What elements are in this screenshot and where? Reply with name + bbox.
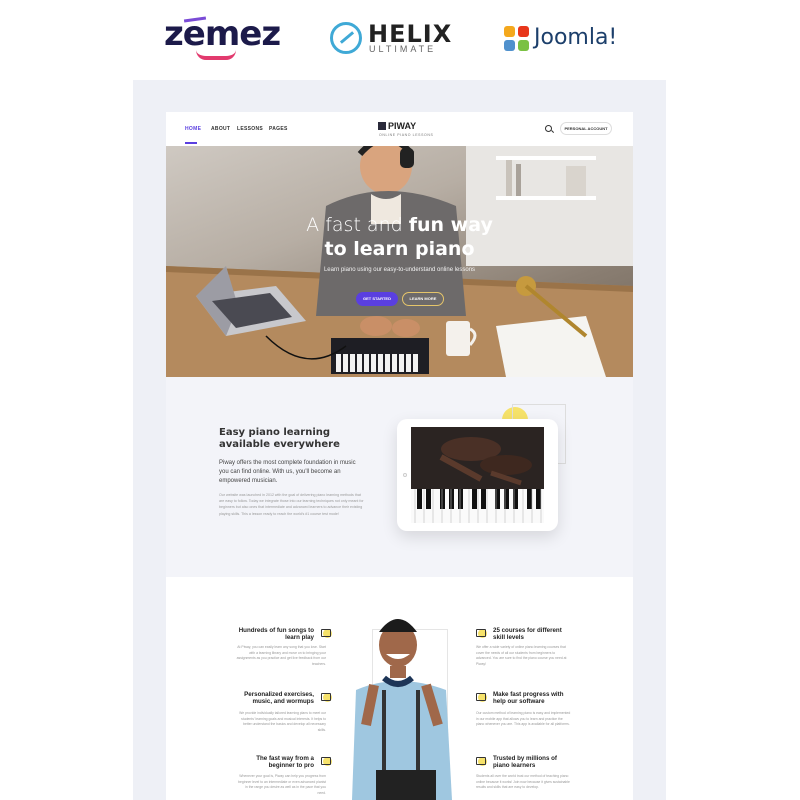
search-icon[interactable] <box>545 125 552 132</box>
courses-icon <box>476 629 486 637</box>
personal-account-button[interactable]: PERSONAL ACCOUNT <box>560 122 612 135</box>
tablet-image <box>397 419 558 531</box>
feature-title: 25 courses for different skill levels <box>493 627 562 642</box>
zemez-logo-smile <box>196 50 236 60</box>
users-icon <box>476 757 486 765</box>
feature-title: The fast way from a beginner to pro <box>256 755 314 770</box>
hero-banner: A fast and fun way to learn piano Learn … <box>166 146 633 377</box>
hero-photo <box>166 146 633 377</box>
feature-title: Make fast progress with help our softwar… <box>493 691 564 706</box>
nav-active-indicator <box>185 142 197 144</box>
hero-title-bold: fun way <box>408 214 493 236</box>
about-body: Our website was launched in 2012 with th… <box>219 493 364 516</box>
site-logo-tagline: ONLINE PIANO LESSONS <box>379 133 434 137</box>
brand-strip: zemez HELIX ULTIMATE Joomla! <box>0 0 800 80</box>
feature-title: Trusted by millions of piano learners <box>493 755 557 770</box>
get-started-button[interactable]: GET STARTED <box>356 292 398 306</box>
joomla-logo-icon <box>504 26 530 52</box>
feature-text: Whenever your goal is, Piway can help yo… <box>238 774 326 795</box>
site-logo[interactable]: PIWAY <box>388 121 416 131</box>
nav-item-lessons[interactable]: Lessons <box>237 126 263 132</box>
map-icon <box>321 757 331 765</box>
feature-text: We offer a wide variety of online piano … <box>476 645 567 666</box>
helix-logo-subtitle: ULTIMATE <box>369 44 437 54</box>
nav-item-about[interactable]: About <box>211 126 230 132</box>
features-section: Hundreds of fun songs to learn play At P… <box>166 577 633 800</box>
feature-text: Our custom method of learning piano is e… <box>476 711 571 727</box>
piano-photo <box>411 427 544 523</box>
nav-item-home[interactable]: Home <box>185 126 201 132</box>
feature-title: Personalized exercises, music, and wormu… <box>244 691 314 706</box>
hero-title-light: A fast and <box>306 214 409 236</box>
tablet-camera <box>403 473 407 477</box>
music-notes-icon <box>321 629 331 637</box>
nav-item-pages[interactable]: Pages <box>269 126 288 132</box>
feature-text: At Piway, you can easily learn any song … <box>236 645 326 666</box>
hero-subtitle: Learn piano using our easy-to-understand… <box>323 267 476 273</box>
phone-icon <box>476 693 486 701</box>
feature-text: We provide individually tailored learnin… <box>239 711 326 732</box>
learn-more-button[interactable]: LEARN MORE <box>402 292 444 306</box>
about-title: Easy piano learning available everywhere <box>219 427 340 450</box>
feature-title: Hundreds of fun songs to learn play <box>238 627 314 642</box>
zemez-logo: zemez <box>164 14 281 54</box>
top-nav: Home About Lessons Pages PIWAY ONLINE PI… <box>166 112 633 146</box>
joomla-logo: Joomla! <box>534 25 618 50</box>
exercise-icon <box>321 693 331 701</box>
about-section: Easy piano learning available everywhere… <box>166 377 633 577</box>
about-lead: Piway offers the most complete foundatio… <box>219 460 356 484</box>
helix-logo-icon <box>330 22 362 54</box>
feature-text: Students all over the world trust our me… <box>476 774 570 790</box>
hero-title-line2: to learn piano <box>324 238 475 260</box>
site-preview: Home About Lessons Pages PIWAY ONLINE PI… <box>166 112 633 800</box>
hero-title-line1: A fast and fun way <box>166 214 633 236</box>
man-photo <box>352 619 452 800</box>
piano-logo-icon <box>378 122 386 130</box>
